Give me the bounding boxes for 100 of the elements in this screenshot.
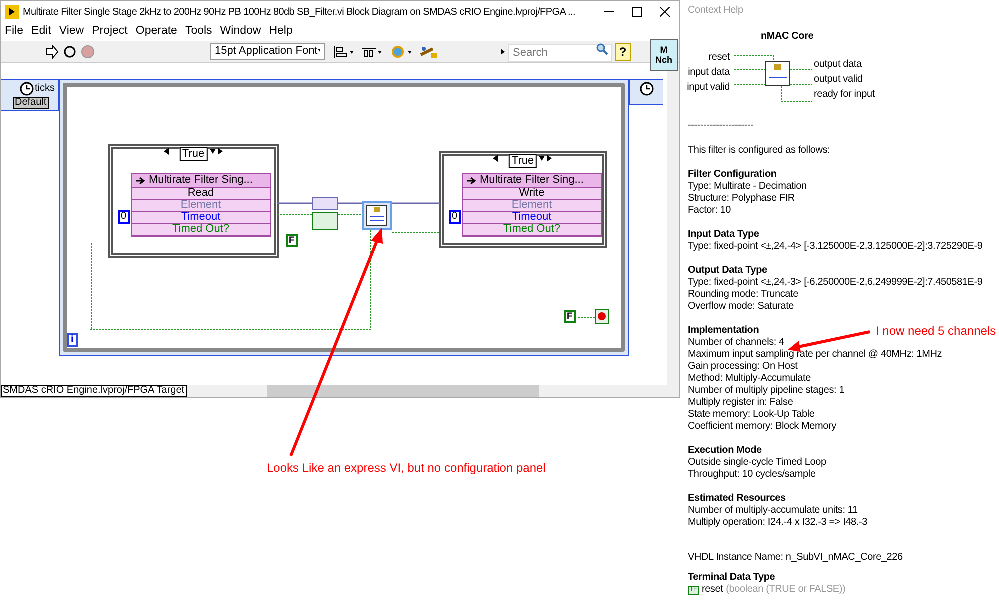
node-terminal: Element (132, 200, 270, 212)
help-text: Number of multiply pipeline stages: 1 (688, 385, 845, 397)
search-field[interactable]: Search (508, 44, 612, 62)
increment-arrow-icon[interactable] (547, 155, 553, 162)
help-text: Number of channels: 4 (688, 337, 784, 349)
numeric-constant: 0 (449, 210, 461, 224)
node-method: Read (132, 188, 270, 200)
menu-item[interactable]: View (55, 23, 88, 41)
terminal-label: reset (708, 51, 730, 65)
run-continuously-icon[interactable] (63, 44, 77, 58)
app-icon (5, 5, 19, 19)
section-heading: Terminal Data Type (688, 572, 776, 584)
case-selector[interactable]: True (179, 147, 208, 161)
menu-item[interactable]: Edit (28, 23, 56, 41)
wire (392, 202, 440, 205)
annotation-text: I now need 5 channels (876, 323, 996, 340)
menu-item[interactable]: Window (216, 23, 266, 41)
terminal-name: reset (702, 584, 724, 596)
help-text: Factor: 10 (688, 205, 732, 217)
node-title: Multirate Filter Sing... (480, 175, 584, 186)
help-text: Coefficient memory: Block Memory (688, 421, 836, 433)
vi-icon: M Nch (650, 39, 678, 71)
wire (277, 202, 312, 205)
convert-node (312, 197, 338, 210)
terminal-label: output valid (814, 73, 864, 87)
terminal-label: output data (814, 58, 863, 72)
status-text: SMDAS cRIO Engine.lvproj/FPGA Target (1, 385, 187, 397)
clock-icon (20, 82, 34, 96)
help-text: State memory: Look-Up Table (688, 409, 815, 421)
wire (277, 213, 312, 216)
panel-title: Context Help (688, 5, 744, 17)
node-terminal: Timed Out? (463, 224, 601, 236)
section-heading: Implementation (688, 325, 760, 337)
help-text: Type: fixed-point <±,24,-3> [-6.250000E-2,6.249999E-2]:7.450581E-9 (688, 277, 983, 289)
section-heading: Output Data Type (688, 265, 768, 277)
help-text: Structure: Polyphase FIR (688, 193, 795, 205)
help-text: Multiply register in: False (688, 397, 794, 409)
section-heading: Estimated Resources (688, 493, 786, 505)
separator-text: --------------------- (688, 120, 754, 132)
increment-arrow-icon[interactable] (218, 148, 224, 155)
section-heading: Filter Configuration (688, 169, 777, 181)
help-text: Number of multiply-accumulate units: 11 (688, 505, 858, 517)
node-terminal: Timeout (132, 212, 270, 224)
help-text: Throughput: 10 cycles/sample (688, 469, 816, 481)
annotation-text: Looks Like an express VI, but no configuration panel (267, 460, 546, 477)
menu-item[interactable]: Help (265, 23, 297, 41)
boolean-constant: F (564, 310, 576, 323)
source-label: ticks (35, 84, 55, 94)
help-text: This filter is configured as follows: (688, 145, 830, 157)
menu-item[interactable]: Operate (132, 23, 182, 41)
window-title: Multirate Filter Single Stage 2kHz to 200Hz 90Hz PB 100Hz 80db SB_Filter.vi Block Diagram on SMDAS cRIO Engine.lvproj/FPGA ... (23, 6, 576, 20)
boolean-constant: F (286, 234, 298, 247)
case-selector[interactable]: True (508, 154, 538, 168)
maximize-icon[interactable] (632, 7, 642, 17)
expand-arrow-icon[interactable] (501, 48, 505, 54)
help-text: Outside single-cycle Timed Loop (688, 457, 826, 469)
search-icon (596, 42, 608, 54)
wire (578, 316, 595, 319)
node-title: Multirate Filter Sing... (149, 175, 253, 186)
arrow-icon (136, 176, 146, 184)
terminal-label: input valid (687, 81, 730, 95)
help-button[interactable]: ? (615, 42, 631, 60)
section-heading: Execution Mode (688, 445, 762, 457)
source-value: Default (13, 97, 49, 109)
node-method: Write (463, 188, 601, 200)
section-heading: Input Data Type (688, 229, 760, 241)
help-text: Rounding mode: Truncate (688, 289, 798, 301)
help-heading: nMAC Core (761, 31, 814, 43)
help-text: Gain processing: On Host (688, 361, 798, 373)
help-text: Overflow mode: Saturate (688, 301, 794, 313)
terminal-label: ready for input (814, 88, 875, 102)
help-text: Maximum input sampling rate per channel @ 40MHz: 1MHz (688, 349, 942, 361)
menu-item[interactable]: Project (88, 23, 132, 41)
help-text: VHDL Instance Name: n_SubVI_nMAC_Core_226 (688, 552, 903, 564)
node-terminal: Timed Out? (132, 224, 270, 236)
decrement-arrow-icon[interactable] (164, 148, 170, 155)
terminal-label: input data (688, 66, 730, 80)
menu-item[interactable]: File (1, 23, 28, 41)
decrement-arrow-icon[interactable] (493, 155, 499, 162)
numeric-constant: 0 (118, 210, 130, 224)
arrow-icon (467, 176, 477, 184)
menu-item[interactable]: Tools (181, 23, 216, 41)
close-icon[interactable] (660, 7, 670, 17)
terminal-type: (boolean (TRUE or FALSE)) (726, 584, 846, 596)
help-text: Method: Multiply-Accumulate (688, 373, 811, 385)
wire (392, 231, 440, 234)
wire (338, 213, 362, 216)
run-arrow-icon[interactable] (45, 44, 59, 58)
clock-icon (640, 82, 654, 96)
help-text: Type: fixed-point <±,24,-4> [-3.125000E-2,3.125000E-2]:3.725290E-9 (688, 241, 983, 253)
cleanup-icon[interactable] (419, 44, 439, 58)
font-dropdown[interactable]: 15pt Application Font (210, 43, 325, 60)
node-terminal: Timeout (463, 212, 601, 224)
convert-node (312, 212, 338, 230)
align-icon[interactable] (333, 44, 355, 58)
help-text: Multiply operation: I24.-4 x I32.-3 => I48.-3 (688, 517, 868, 529)
help-text: Type: Multirate - Decimation (688, 181, 807, 193)
node-terminal: Element (463, 200, 601, 212)
stop-button-icon (595, 309, 609, 324)
iteration-terminal: i (67, 333, 78, 347)
